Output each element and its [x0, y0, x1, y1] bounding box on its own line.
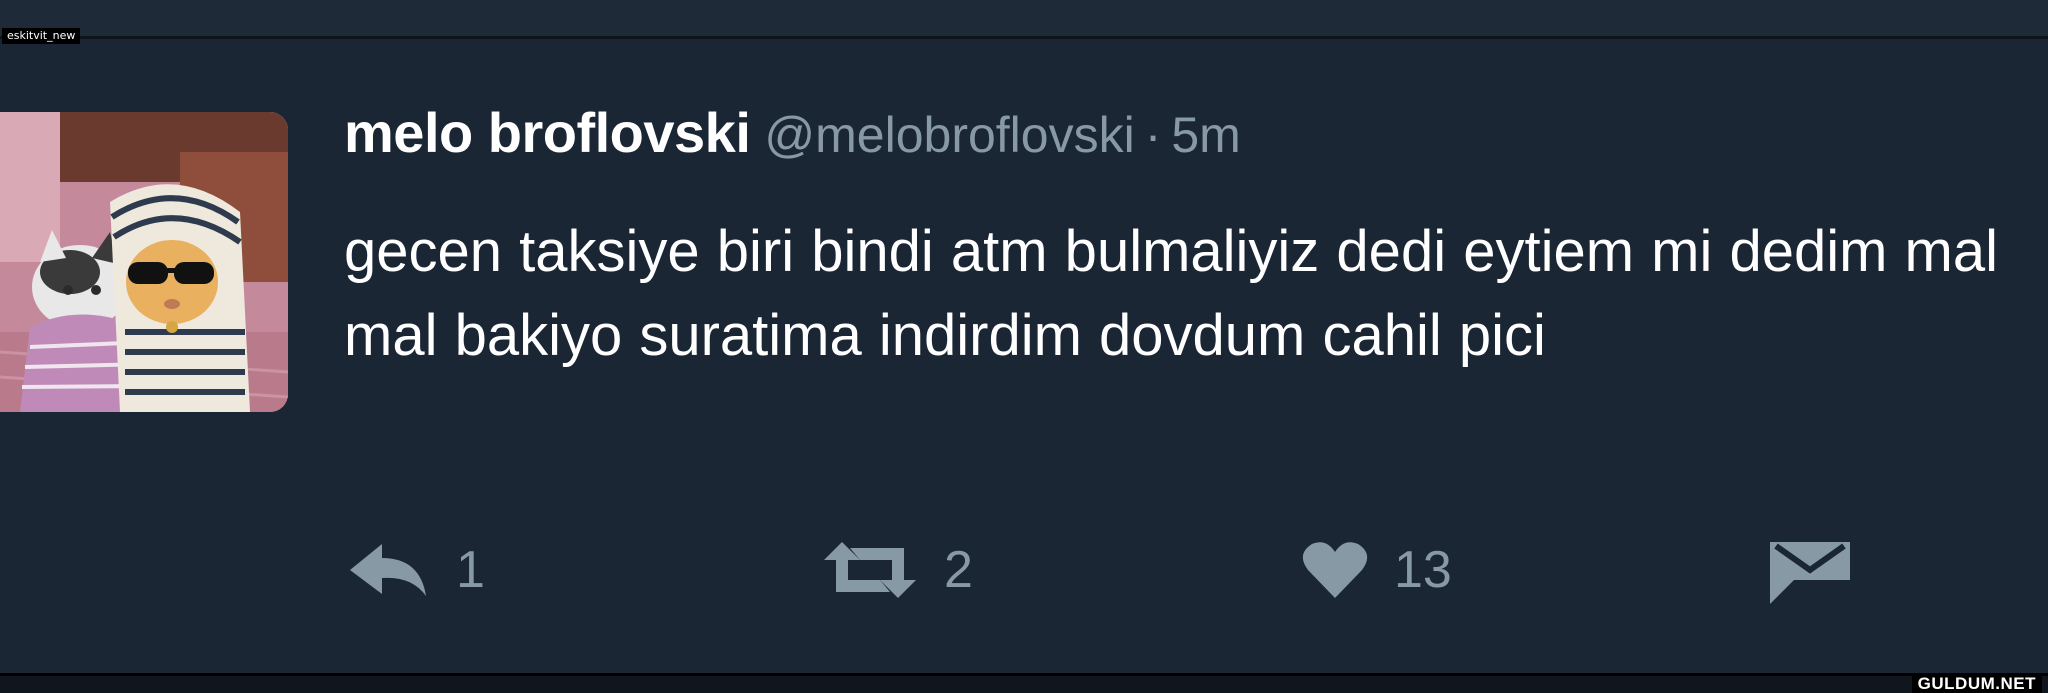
display-name[interactable]: melo broflovski	[344, 101, 751, 164]
tweet-text: gecen taksiye biri bindi atm bulmaliyiz …	[344, 219, 1998, 368]
avatar[interactable]	[0, 112, 288, 412]
bottom-bar	[0, 673, 2048, 693]
reply-icon	[350, 544, 426, 596]
cats-in-hoodies-photo	[0, 112, 288, 412]
top-bar	[0, 0, 2048, 39]
like-count: 13	[1394, 541, 1452, 599]
retweet-count: 2	[944, 541, 973, 599]
tweet-actions: 1 2 13	[0, 540, 2048, 620]
reply-button[interactable]: 1	[348, 540, 485, 600]
screenshot-frame: eskitvit_new melo broflovski @melobroflo…	[0, 0, 2048, 693]
retweet-button[interactable]: 2	[822, 540, 973, 600]
envelope-icon	[1770, 542, 1850, 604]
like-button[interactable]: 13	[1302, 540, 1452, 600]
reply-count: 1	[456, 541, 485, 599]
tweet-timestamp[interactable]: 5m	[1171, 107, 1240, 163]
heart-icon	[1302, 542, 1368, 598]
retweet-icon	[824, 542, 916, 598]
site-watermark: GULDUM.NET	[1911, 674, 2042, 693]
separator-dot: ·	[1144, 107, 1162, 163]
user-handle[interactable]: @melobroflovski	[764, 107, 1134, 163]
tweet-header: melo broflovski @melobroflovski · 5m	[344, 100, 1241, 165]
tweet-card[interactable]: melo broflovski @melobroflovski · 5m gecen …	[0, 40, 2048, 670]
direct-message-button[interactable]	[1770, 540, 1850, 606]
